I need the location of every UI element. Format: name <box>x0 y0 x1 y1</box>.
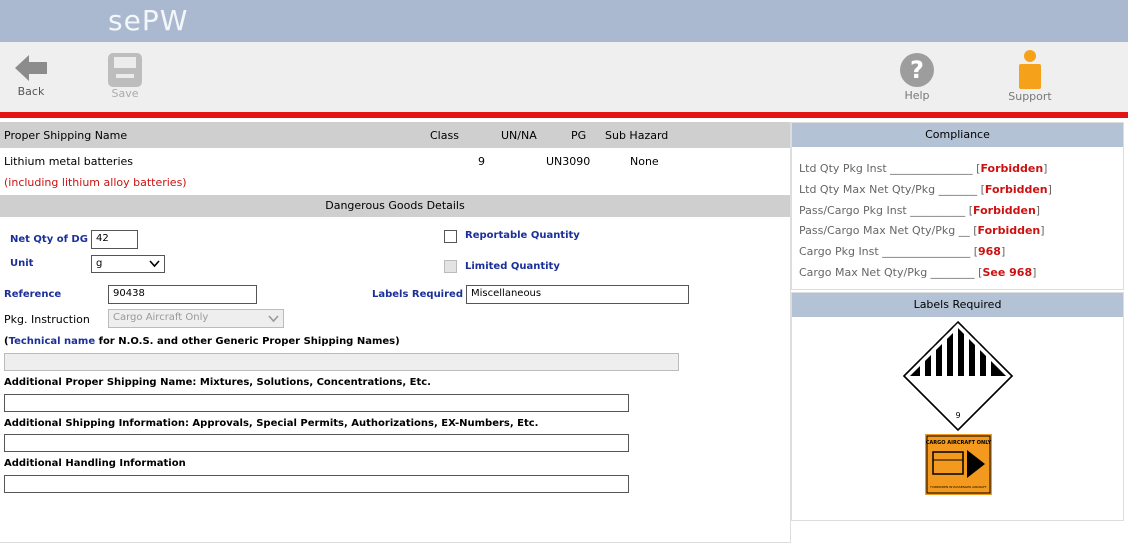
bracket-close: ] <box>1032 266 1037 279</box>
limited-quantity-checkbox[interactable] <box>444 260 457 273</box>
sub-hazard-value: None <box>630 155 659 168</box>
chevron-down-icon <box>268 315 279 323</box>
unit-label: Unit <box>10 258 34 269</box>
save-disk-icon <box>108 53 142 87</box>
col-class: Class <box>430 129 459 142</box>
labels-required-input[interactable]: Miscellaneous <box>466 285 689 304</box>
technical-name-caption: (Technical name for N.O.S. and other Gen… <box>4 336 400 347</box>
net-qty-input[interactable]: 42 <box>91 230 138 249</box>
add-psn-label: Additional Proper Shipping Name: Mixture… <box>4 377 431 388</box>
compliance-line: Pass/Cargo Max Net Qty/Pkg __ [Forbidden… <box>799 224 1045 237</box>
app-logo: sePW <box>108 4 189 37</box>
compliance-value: Forbidden <box>980 162 1044 175</box>
compliance-value: See 968 <box>982 266 1033 279</box>
labels-box: Labels Required 9 CARGO AIRCRAFT ONLY FO… <box>791 292 1124 521</box>
compliance-label: Cargo Pkg Inst ________________ <box>799 245 974 258</box>
support-label: Support <box>1008 90 1052 103</box>
add-shipping-info-label: Additional Shipping Information: Approva… <box>4 418 539 429</box>
compliance-line: Pass/Cargo Pkg Inst __________ [Forbidde… <box>799 204 1040 217</box>
add-handling-info-input[interactable] <box>4 475 629 493</box>
app-header: sePW <box>0 0 1128 42</box>
shipping-name-note: (including lithium alloy batteries) <box>4 176 187 189</box>
help-button[interactable]: ? Help <box>896 52 938 102</box>
technical-name-rest: for N.O.S. and other Generic Proper Ship… <box>95 336 400 347</box>
save-button[interactable]: Save <box>104 52 146 100</box>
table-header: Proper Shipping Name Class UN/NA PG Sub … <box>0 122 790 148</box>
add-handling-info-label: Additional Handling Information <box>4 458 186 469</box>
col-un-na: UN/NA <box>501 129 537 142</box>
save-label: Save <box>111 87 139 100</box>
reference-label: Reference <box>4 289 62 300</box>
help-question-icon: ? <box>900 53 934 87</box>
cao-subtitle: FORBIDDEN IN PASSENGER AIRCRAFT <box>930 485 986 489</box>
back-label: Back <box>17 85 45 98</box>
main-panel: Proper Shipping Name Class UN/NA PG Sub … <box>0 122 791 543</box>
compliance-value: 968 <box>978 245 1001 258</box>
compliance-label: Ltd Qty Max Net Qty/Pkg _______ <box>799 183 981 196</box>
compliance-box: Compliance Ltd Qty Pkg Inst ____________… <box>791 122 1124 290</box>
help-label: Help <box>904 89 930 102</box>
reportable-quantity-label: Reportable Quantity <box>465 230 580 241</box>
shipping-name: Lithium metal batteries <box>4 155 133 168</box>
chevron-down-icon <box>149 260 160 268</box>
compliance-label: Pass/Cargo Max Net Qty/Pkg __ <box>799 224 974 237</box>
class-value: 9 <box>478 155 485 168</box>
support-person-icon <box>1019 50 1041 89</box>
compliance-label: Ltd Qty Pkg Inst _______________ <box>799 162 977 175</box>
compliance-label: Pass/Cargo Pkg Inst __________ <box>799 204 969 217</box>
unit-select[interactable]: g <box>91 255 165 273</box>
class9-number: 9 <box>955 411 960 420</box>
compliance-line: Ltd Qty Max Net Qty/Pkg _______ [Forbidd… <box>799 183 1052 196</box>
compliance-value: Forbidden <box>973 204 1036 217</box>
bracket-close: ] <box>1000 245 1006 258</box>
bracket-close: ] <box>1047 183 1052 196</box>
bracket-close: ] <box>1040 224 1045 237</box>
support-button[interactable]: Support <box>1006 50 1054 103</box>
bracket-close: ] <box>1035 204 1041 217</box>
add-psn-input[interactable] <box>4 394 629 412</box>
col-pg: PG <box>571 129 587 142</box>
labels-required-title: Labels Required <box>792 293 1123 317</box>
un-na-value: UN3090 <box>546 155 591 168</box>
bracket-close: ] <box>1043 162 1048 175</box>
dg-details-header: Dangerous Goods Details <box>0 195 790 217</box>
col-proper-shipping-name: Proper Shipping Name <box>4 129 128 142</box>
reportable-quantity-checkbox[interactable] <box>444 230 457 243</box>
net-qty-label: Net Qty of DG <box>10 234 88 245</box>
back-button[interactable]: Back <box>10 52 52 98</box>
toolbar: Back Save ? Help Support <box>0 42 1128 112</box>
add-shipping-info-input[interactable] <box>4 434 629 452</box>
pkg-instruction-value: Cargo Aircraft Only <box>113 312 209 323</box>
compliance-line: Cargo Pkg Inst ________________ [968] <box>799 245 1005 258</box>
cao-title: CARGO AIRCRAFT ONLY <box>926 440 992 446</box>
compliance-value: Forbidden <box>984 183 1048 196</box>
reference-input[interactable]: 90438 <box>108 285 257 304</box>
unit-value: g <box>96 258 103 269</box>
accent-divider <box>0 112 1128 118</box>
pkg-instruction-label: Pkg. Instruction <box>4 313 90 326</box>
technical-name-link[interactable]: Technical name <box>9 336 96 347</box>
compliance-line: Ltd Qty Pkg Inst _______________ [Forbid… <box>799 162 1047 175</box>
col-sub-hazard: Sub Hazard <box>605 129 669 142</box>
compliance-line: Cargo Max Net Qty/Pkg ________ [See 968] <box>799 266 1036 279</box>
compliance-value: Forbidden <box>977 224 1041 237</box>
compliance-title: Compliance <box>792 123 1123 147</box>
svg-text:?: ? <box>910 56 924 84</box>
cargo-aircraft-only-label-icon: CARGO AIRCRAFT ONLY FORBIDDEN IN PASSENG… <box>925 434 992 495</box>
pkg-instruction-select[interactable]: Cargo Aircraft Only <box>108 309 284 328</box>
limited-quantity-label: Limited Quantity <box>465 261 560 272</box>
compliance-label: Cargo Max Net Qty/Pkg ________ <box>799 266 979 279</box>
technical-name-input[interactable] <box>4 353 679 371</box>
class9-hazard-label-icon: 9 <box>902 320 1014 432</box>
labels-required-label: Labels Required <box>372 289 463 300</box>
back-arrow-icon <box>15 55 47 81</box>
